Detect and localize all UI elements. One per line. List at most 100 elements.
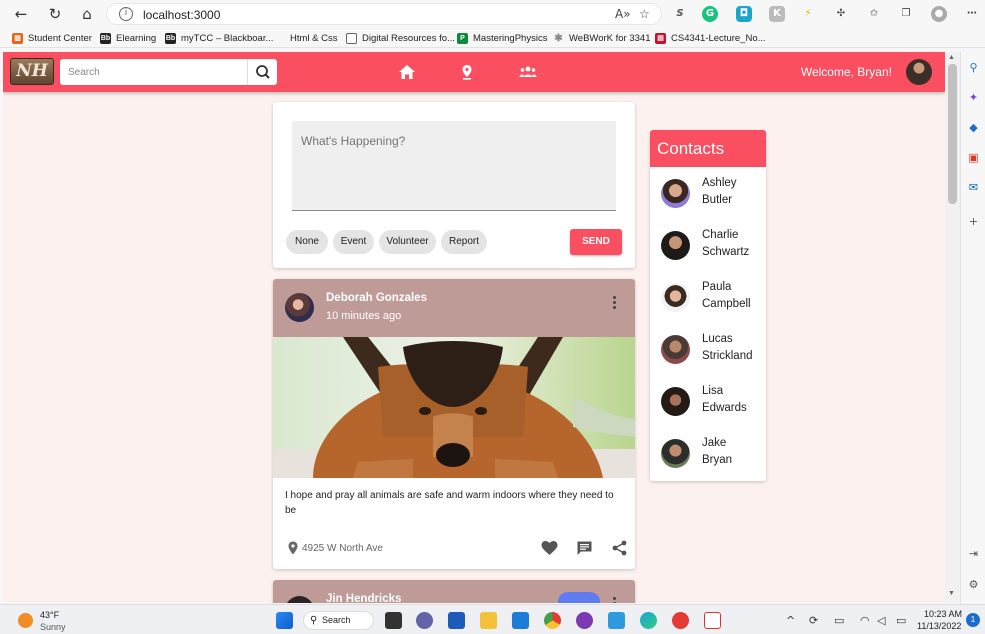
send-button[interactable]: SEND [570, 229, 622, 255]
chip-none[interactable]: None [286, 230, 328, 254]
bookmark-label: Digital Resources fo... [362, 32, 455, 44]
extensions-puzzle-icon[interactable]: ✣ [833, 6, 849, 22]
browser-sidebar: ⚲ ✦ ◆ ▣ ✉ + ⇥ ⚙ [960, 52, 985, 603]
battery-icon[interactable]: ▭ [896, 614, 906, 627]
teams-chat-icon[interactable] [416, 612, 433, 629]
bookmark-elearning[interactable]: Bb Elearning [100, 31, 156, 45]
collections-icon[interactable]: ❐ [898, 6, 914, 22]
github-desktop-icon[interactable] [576, 612, 593, 629]
chip-event[interactable]: Event [333, 230, 374, 254]
post-tag-badge [558, 592, 600, 603]
contact-item[interactable]: Lucas Strickland [650, 328, 766, 380]
chrome-icon[interactable] [544, 612, 561, 629]
chevron-up-icon[interactable]: ^ [786, 614, 795, 627]
people-nav-icon[interactable] [519, 64, 537, 80]
hide-sidebar-icon[interactable]: ⇥ [967, 547, 980, 560]
bookmark-webwork[interactable]: ✱ WeBWorK for 3341 [553, 31, 650, 45]
favorite-star-icon[interactable]: ☆ [639, 7, 650, 21]
post-author[interactable]: Deborah Gonzales [326, 292, 427, 304]
sun-icon[interactable] [18, 613, 33, 628]
back-arrow-icon[interactable]: ← [12, 5, 30, 23]
settings-gear-icon[interactable]: ⚙ [967, 578, 980, 591]
copilot-icon[interactable]: ✦ [967, 91, 980, 104]
site-info-icon[interactable]: i [119, 7, 133, 21]
read-aloud-icon[interactable]: A» [615, 7, 631, 21]
refresh-icon[interactable]: ↻ [46, 5, 64, 23]
contact-name: Lisa Edwards [702, 383, 762, 417]
file-explorer-icon[interactable] [480, 612, 497, 629]
contact-item[interactable]: Charlie Schwartz [650, 224, 766, 276]
post-author[interactable]: Jin Hendricks [326, 593, 401, 603]
more-vert-icon[interactable] [611, 296, 617, 312]
contact-item[interactable]: Ashley Butler [650, 172, 766, 224]
edge-icon[interactable] [640, 612, 657, 629]
bookmark-cs4341[interactable]: ▤ CS4341-Lecture_No... [655, 31, 766, 45]
snipping-tool-icon[interactable] [704, 612, 721, 629]
contact-last-name: Bryan [702, 454, 733, 466]
task-view-icon[interactable] [385, 612, 402, 629]
outlook-icon[interactable]: ✉ [967, 181, 980, 194]
scrollbar-thumb[interactable] [948, 64, 957, 204]
search-icon[interactable]: ⚲ [967, 61, 980, 74]
bookmark-digital-resources[interactable]: Digital Resources fo... [346, 31, 455, 45]
taskbar-search[interactable]: ⚲ Search [303, 611, 374, 630]
profile-icon[interactable]: ● [931, 6, 947, 22]
office-icon[interactable]: ▣ [967, 151, 980, 164]
clock-time[interactable]: 10:23 AM [924, 609, 962, 619]
clock-date[interactable]: 11/13/2022 [917, 621, 961, 631]
notification-badge[interactable]: 1 [966, 613, 980, 627]
windows-start-icon[interactable] [276, 612, 293, 629]
vscode-icon[interactable] [512, 612, 529, 629]
home-nav-icon[interactable] [398, 64, 416, 80]
post-textarea[interactable] [292, 121, 616, 211]
page-scrollbar[interactable]: ▲ ▼ [945, 52, 960, 603]
search-button[interactable] [247, 59, 277, 85]
chip-volunteer[interactable]: Volunteer [379, 230, 436, 254]
document-icon [346, 32, 357, 44]
bookmark-student-center[interactable]: ▥ Student Center [12, 31, 92, 45]
weather-temperature[interactable]: 43°F [40, 610, 59, 620]
favorites-icon[interactable]: ✩ [866, 6, 882, 22]
bookmark-html-css[interactable]: Html & Css [290, 31, 338, 45]
add-icon[interactable]: + [967, 215, 980, 228]
author-avatar[interactable] [285, 596, 314, 603]
onedrive-icon[interactable] [608, 612, 625, 629]
keyboard-icon[interactable]: ▭ [834, 614, 844, 627]
contact-item[interactable]: Paula Campbell [650, 276, 766, 328]
home-icon[interactable]: ⌂ [78, 5, 96, 23]
address-bar[interactable]: i localhost:3000 A» ☆ [106, 3, 662, 25]
bookmark-mytcc[interactable]: Bb myTCC – Blackboar... [165, 31, 273, 45]
share-icon[interactable] [611, 540, 628, 556]
post-body: I hope and pray all animals are safe and… [285, 490, 614, 516]
weather-condition[interactable]: Sunny [40, 622, 66, 632]
sync-icon[interactable]: ⟳ [809, 614, 818, 627]
more-menu-icon[interactable]: ⋯ [964, 6, 980, 22]
extension-bolt-icon[interactable]: ⚡ [800, 6, 816, 22]
wifi-icon[interactable]: ◠ [860, 614, 870, 627]
contact-name: Lucas Strickland [702, 331, 762, 365]
extension-camera-icon[interactable]: ◘ [736, 6, 752, 22]
chip-report[interactable]: Report [441, 230, 487, 254]
scroll-down-icon[interactable]: ▼ [948, 590, 955, 597]
comment-icon[interactable] [576, 540, 593, 556]
app-logo[interactable]: NH [10, 58, 54, 85]
contact-item[interactable]: Jake Bryan [650, 432, 766, 484]
contact-first-name: Lisa [702, 385, 724, 397]
app-red-icon[interactable] [672, 612, 689, 629]
user-avatar[interactable] [906, 59, 932, 85]
location-nav-icon[interactable] [458, 64, 476, 80]
extension-k-icon[interactable]: K [769, 6, 785, 22]
bookmark-masteringphysics[interactable]: P MasteringPhysics [457, 31, 547, 45]
more-vert-icon[interactable] [611, 597, 617, 603]
extension-s-icon[interactable]: S [672, 6, 688, 22]
word-icon[interactable] [448, 612, 465, 629]
like-heart-icon[interactable] [541, 540, 558, 556]
contact-item[interactable]: Lisa Edwards [650, 380, 766, 432]
volume-icon[interactable]: ◁ [877, 614, 885, 627]
shopping-tag-icon[interactable]: ◆ [967, 121, 980, 134]
search-input[interactable] [60, 59, 247, 85]
grammarly-icon[interactable]: G [702, 6, 718, 22]
scroll-up-icon[interactable]: ▲ [948, 54, 955, 61]
author-avatar[interactable] [285, 293, 314, 322]
browser-toolbar: ← ↻ ⌂ i localhost:3000 A» ☆ S G ◘ K ⚡ ✣ … [0, 0, 985, 28]
